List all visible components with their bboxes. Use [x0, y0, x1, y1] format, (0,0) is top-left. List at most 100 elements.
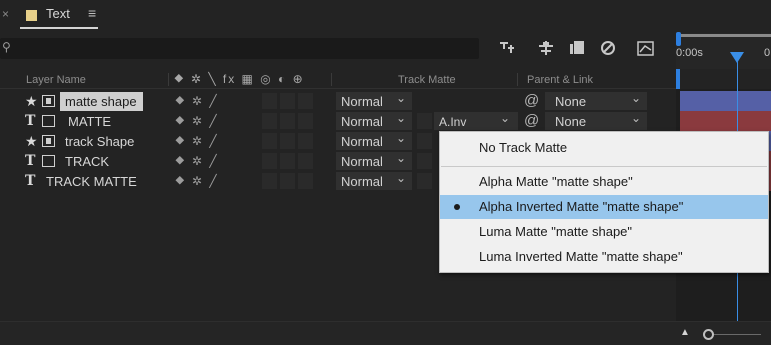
shape-layer-icon: ★: [25, 133, 38, 149]
shape-layer-icon: ★: [25, 93, 38, 109]
switch-cell[interactable]: [298, 173, 313, 189]
tab-close-icon[interactable]: ×: [2, 7, 9, 21]
track-matte-dropdown[interactable]: A.Inv ⌄: [434, 111, 518, 130]
layer-source-icon: [42, 135, 55, 147]
parent-pickwhip-icon[interactable]: @: [524, 92, 539, 109]
layer-name[interactable]: TRACK MATTE: [46, 174, 137, 189]
blend-mode-dropdown[interactable]: Normal ⌄: [336, 171, 412, 190]
parent-pickwhip-icon[interactable]: @: [524, 112, 539, 129]
menu-item-luma-matte[interactable]: Luma Matte "matte shape": [440, 220, 768, 244]
track-matte-cell: [417, 113, 432, 129]
menu-item-no-track-matte[interactable]: No Track Matte: [440, 136, 768, 160]
layer-source-icon: [42, 115, 55, 127]
track-matte-menu: No Track Matte Alpha Matte "matte shape"…: [439, 131, 769, 273]
menu-item-luma-inverted-matte[interactable]: Luma Inverted Matte "matte shape": [440, 245, 768, 269]
layer-name[interactable]: track Shape: [65, 134, 134, 149]
time-ruler[interactable]: 0:00s 0: [676, 33, 771, 69]
switch-cell[interactable]: [280, 153, 295, 169]
mountain-icon[interactable]: ▲: [680, 327, 690, 338]
layer-name[interactable]: MATTE: [68, 114, 111, 129]
layer-name[interactable]: matte shape: [60, 92, 143, 111]
switch-cell[interactable]: [298, 153, 313, 169]
composition-color-swatch: [26, 10, 37, 21]
timeline-toolbar: ⚲: [0, 36, 771, 61]
blend-mode-value: Normal: [341, 114, 383, 129]
chevron-down-icon: ⌄: [396, 91, 407, 105]
timeline-header-accent: [676, 69, 680, 89]
graph-editor-icon[interactable]: [636, 39, 656, 57]
parent-value: None: [555, 114, 587, 129]
work-area-bar[interactable]: [676, 34, 771, 37]
layer-source-icon: [42, 155, 55, 167]
frame-blend-icon[interactable]: [568, 39, 588, 57]
layer-name[interactable]: TRACK: [65, 154, 109, 169]
track-matte-cell: [417, 133, 432, 149]
menu-item-label: Alpha Matte "matte shape": [479, 174, 633, 189]
chevron-down-icon: ⌄: [396, 151, 407, 165]
track-matte-cell: [417, 173, 432, 189]
switch-cell[interactable]: [262, 93, 277, 109]
layer-duration-bar[interactable]: [680, 111, 771, 131]
menu-item-label: Alpha Inverted Matte "matte shape": [479, 199, 684, 214]
switch-cell[interactable]: [280, 113, 295, 129]
switch-cell[interactable]: [298, 113, 313, 129]
column-divider: [168, 73, 169, 86]
layer-name-header[interactable]: Layer Name: [26, 74, 86, 86]
switch-cell[interactable]: [280, 173, 295, 189]
layer-switches[interactable]: ⯁ ✲ ╱: [175, 134, 219, 149]
blend-mode-dropdown[interactable]: Normal ⌄: [336, 91, 412, 110]
shy-icon[interactable]: [535, 39, 557, 57]
switch-cell[interactable]: [262, 113, 277, 129]
chevron-down-icon: ⌄: [396, 111, 407, 125]
parent-dropdown[interactable]: None ⌄: [545, 111, 647, 130]
switch-cell[interactable]: [298, 93, 313, 109]
ruler-start-label: 0:00s: [676, 47, 703, 59]
layer-row[interactable]: ★ matte shape ⯁ ✲ ╱ Normal ⌄ @ None ⌄: [0, 91, 676, 111]
blend-mode-dropdown[interactable]: Normal ⌄: [336, 151, 412, 170]
composition-tab-label[interactable]: Text: [46, 6, 70, 21]
menu-item-label: No Track Matte: [479, 140, 568, 155]
switch-cell[interactable]: [262, 173, 277, 189]
chevron-down-icon: ⌄: [500, 111, 511, 125]
layer-switches[interactable]: ⯁ ✲ ╱: [175, 174, 219, 189]
menu-item-alpha-inverted-matte[interactable]: Alpha Inverted Matte "matte shape": [440, 195, 768, 219]
layer-column-header: Layer Name ⯁ ✲ ╲ fx ▦ ◎ ◐ ⊕ Track Matte …: [0, 69, 676, 89]
switch-cell[interactable]: [262, 153, 277, 169]
switch-cell[interactable]: [280, 133, 295, 149]
layer-switches[interactable]: ⯁ ✲ ╱: [175, 94, 219, 109]
chevron-down-icon: ⌄: [396, 171, 407, 185]
menu-item-label: Luma Inverted Matte "matte shape": [479, 249, 683, 264]
layer-source-icon: [42, 95, 55, 107]
blend-mode-dropdown[interactable]: Normal ⌄: [336, 131, 412, 150]
composition-tab-bar: × Text ≡: [0, 0, 771, 30]
menu-item-alpha-matte[interactable]: Alpha Matte "matte shape": [440, 170, 768, 194]
blend-mode-value: Normal: [341, 94, 383, 109]
ruler-next-label: 0: [764, 47, 771, 59]
blend-mode-dropdown[interactable]: Normal ⌄: [336, 111, 412, 130]
text-layer-icon: T: [25, 153, 36, 169]
zoom-slider-track[interactable]: [711, 334, 761, 335]
selected-bullet-icon: [454, 204, 460, 210]
switch-cell[interactable]: [280, 93, 295, 109]
switch-cell[interactable]: [262, 133, 277, 149]
work-area-start-handle[interactable]: [676, 32, 681, 46]
switch-cell[interactable]: [298, 133, 313, 149]
layer-search-input[interactable]: ⚲: [0, 38, 479, 59]
parent-link-header[interactable]: Parent & Link: [527, 74, 593, 86]
tab-menu-icon[interactable]: ≡: [88, 5, 96, 21]
text-layer-icon: T: [25, 173, 36, 189]
text-layer-icon: T: [25, 113, 36, 129]
layer-switches[interactable]: ⯁ ✲ ╱: [175, 114, 219, 129]
chevron-down-icon: ⌄: [396, 131, 407, 145]
track-matte-header[interactable]: Track Matte: [398, 74, 456, 86]
layer-duration-bar[interactable]: [680, 91, 771, 111]
blend-mode-value: Normal: [341, 174, 383, 189]
draft-3d-icon[interactable]: [498, 39, 518, 57]
layer-row[interactable]: T MATTE ⯁ ✲ ╱ Normal ⌄ A.Inv ⌄ @ None ⌄: [0, 111, 676, 131]
track-matte-value: A.Inv: [439, 115, 467, 129]
parent-dropdown[interactable]: None ⌄: [545, 91, 647, 110]
blend-mode-value: Normal: [341, 134, 383, 149]
layer-switches[interactable]: ⯁ ✲ ╱: [175, 154, 219, 169]
motion-blur-icon[interactable]: [598, 39, 618, 57]
zoom-slider-handle[interactable]: [703, 329, 714, 340]
